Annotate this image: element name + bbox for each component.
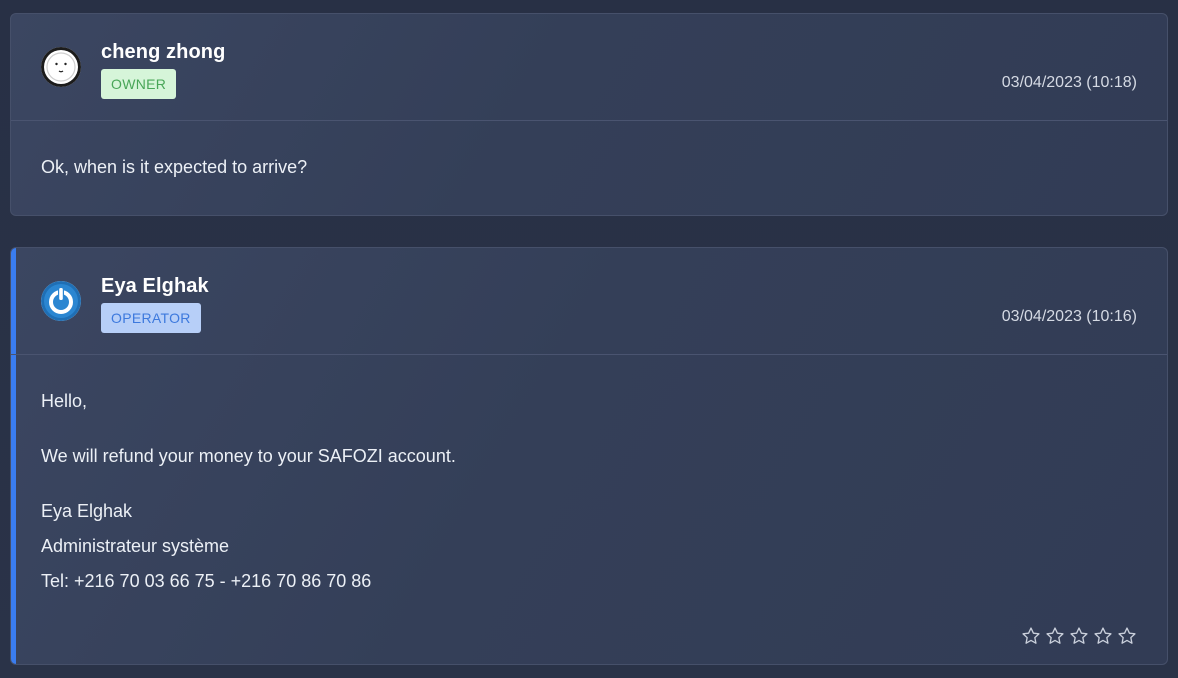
signature-name: Eya Elghak bbox=[41, 501, 133, 521]
star-icon[interactable] bbox=[1021, 626, 1041, 646]
message-timestamp: 03/04/2023 (10:16) bbox=[1001, 308, 1137, 325]
role-badge-owner: OWNER bbox=[101, 69, 177, 99]
author-name: Eya Elghak bbox=[101, 275, 209, 297]
star-icon[interactable] bbox=[1117, 626, 1137, 646]
message-header: cheng zhong OWNER 03/04/2023 (10:18) bbox=[11, 14, 1167, 121]
message-line: Hello, bbox=[41, 391, 88, 411]
message-card-owner: cheng zhong OWNER 03/04/2023 (10:18) Ok,… bbox=[10, 13, 1168, 216]
rating-stars bbox=[1021, 626, 1137, 646]
author-name: cheng zhong bbox=[101, 41, 226, 63]
role-badge-operator: OPERATOR bbox=[101, 303, 201, 333]
signature-title: Administrateur système bbox=[41, 536, 230, 556]
signature-phone: Tel: +216 70 03 66 75 - +216 70 86 70 86 bbox=[41, 571, 372, 591]
message-header: Eya Elghak OPERATOR 03/04/2023 (10:16) bbox=[11, 248, 1167, 355]
message-timestamp: 03/04/2023 (10:18) bbox=[1001, 74, 1137, 91]
star-icon[interactable] bbox=[1069, 626, 1089, 646]
power-icon bbox=[41, 281, 81, 321]
smiley-face-icon bbox=[41, 47, 81, 87]
ticket-thread: cheng zhong OWNER 03/04/2023 (10:18) Ok,… bbox=[0, 0, 1178, 678]
message-line: We will refund your money to your SAFOZI… bbox=[41, 446, 456, 466]
message-card-operator: Eya Elghak OPERATOR 03/04/2023 (10:16) H… bbox=[10, 247, 1168, 665]
star-icon[interactable] bbox=[1045, 626, 1065, 646]
message-text: Ok, when is it expected to arrive? bbox=[41, 157, 308, 177]
star-icon[interactable] bbox=[1093, 626, 1113, 646]
